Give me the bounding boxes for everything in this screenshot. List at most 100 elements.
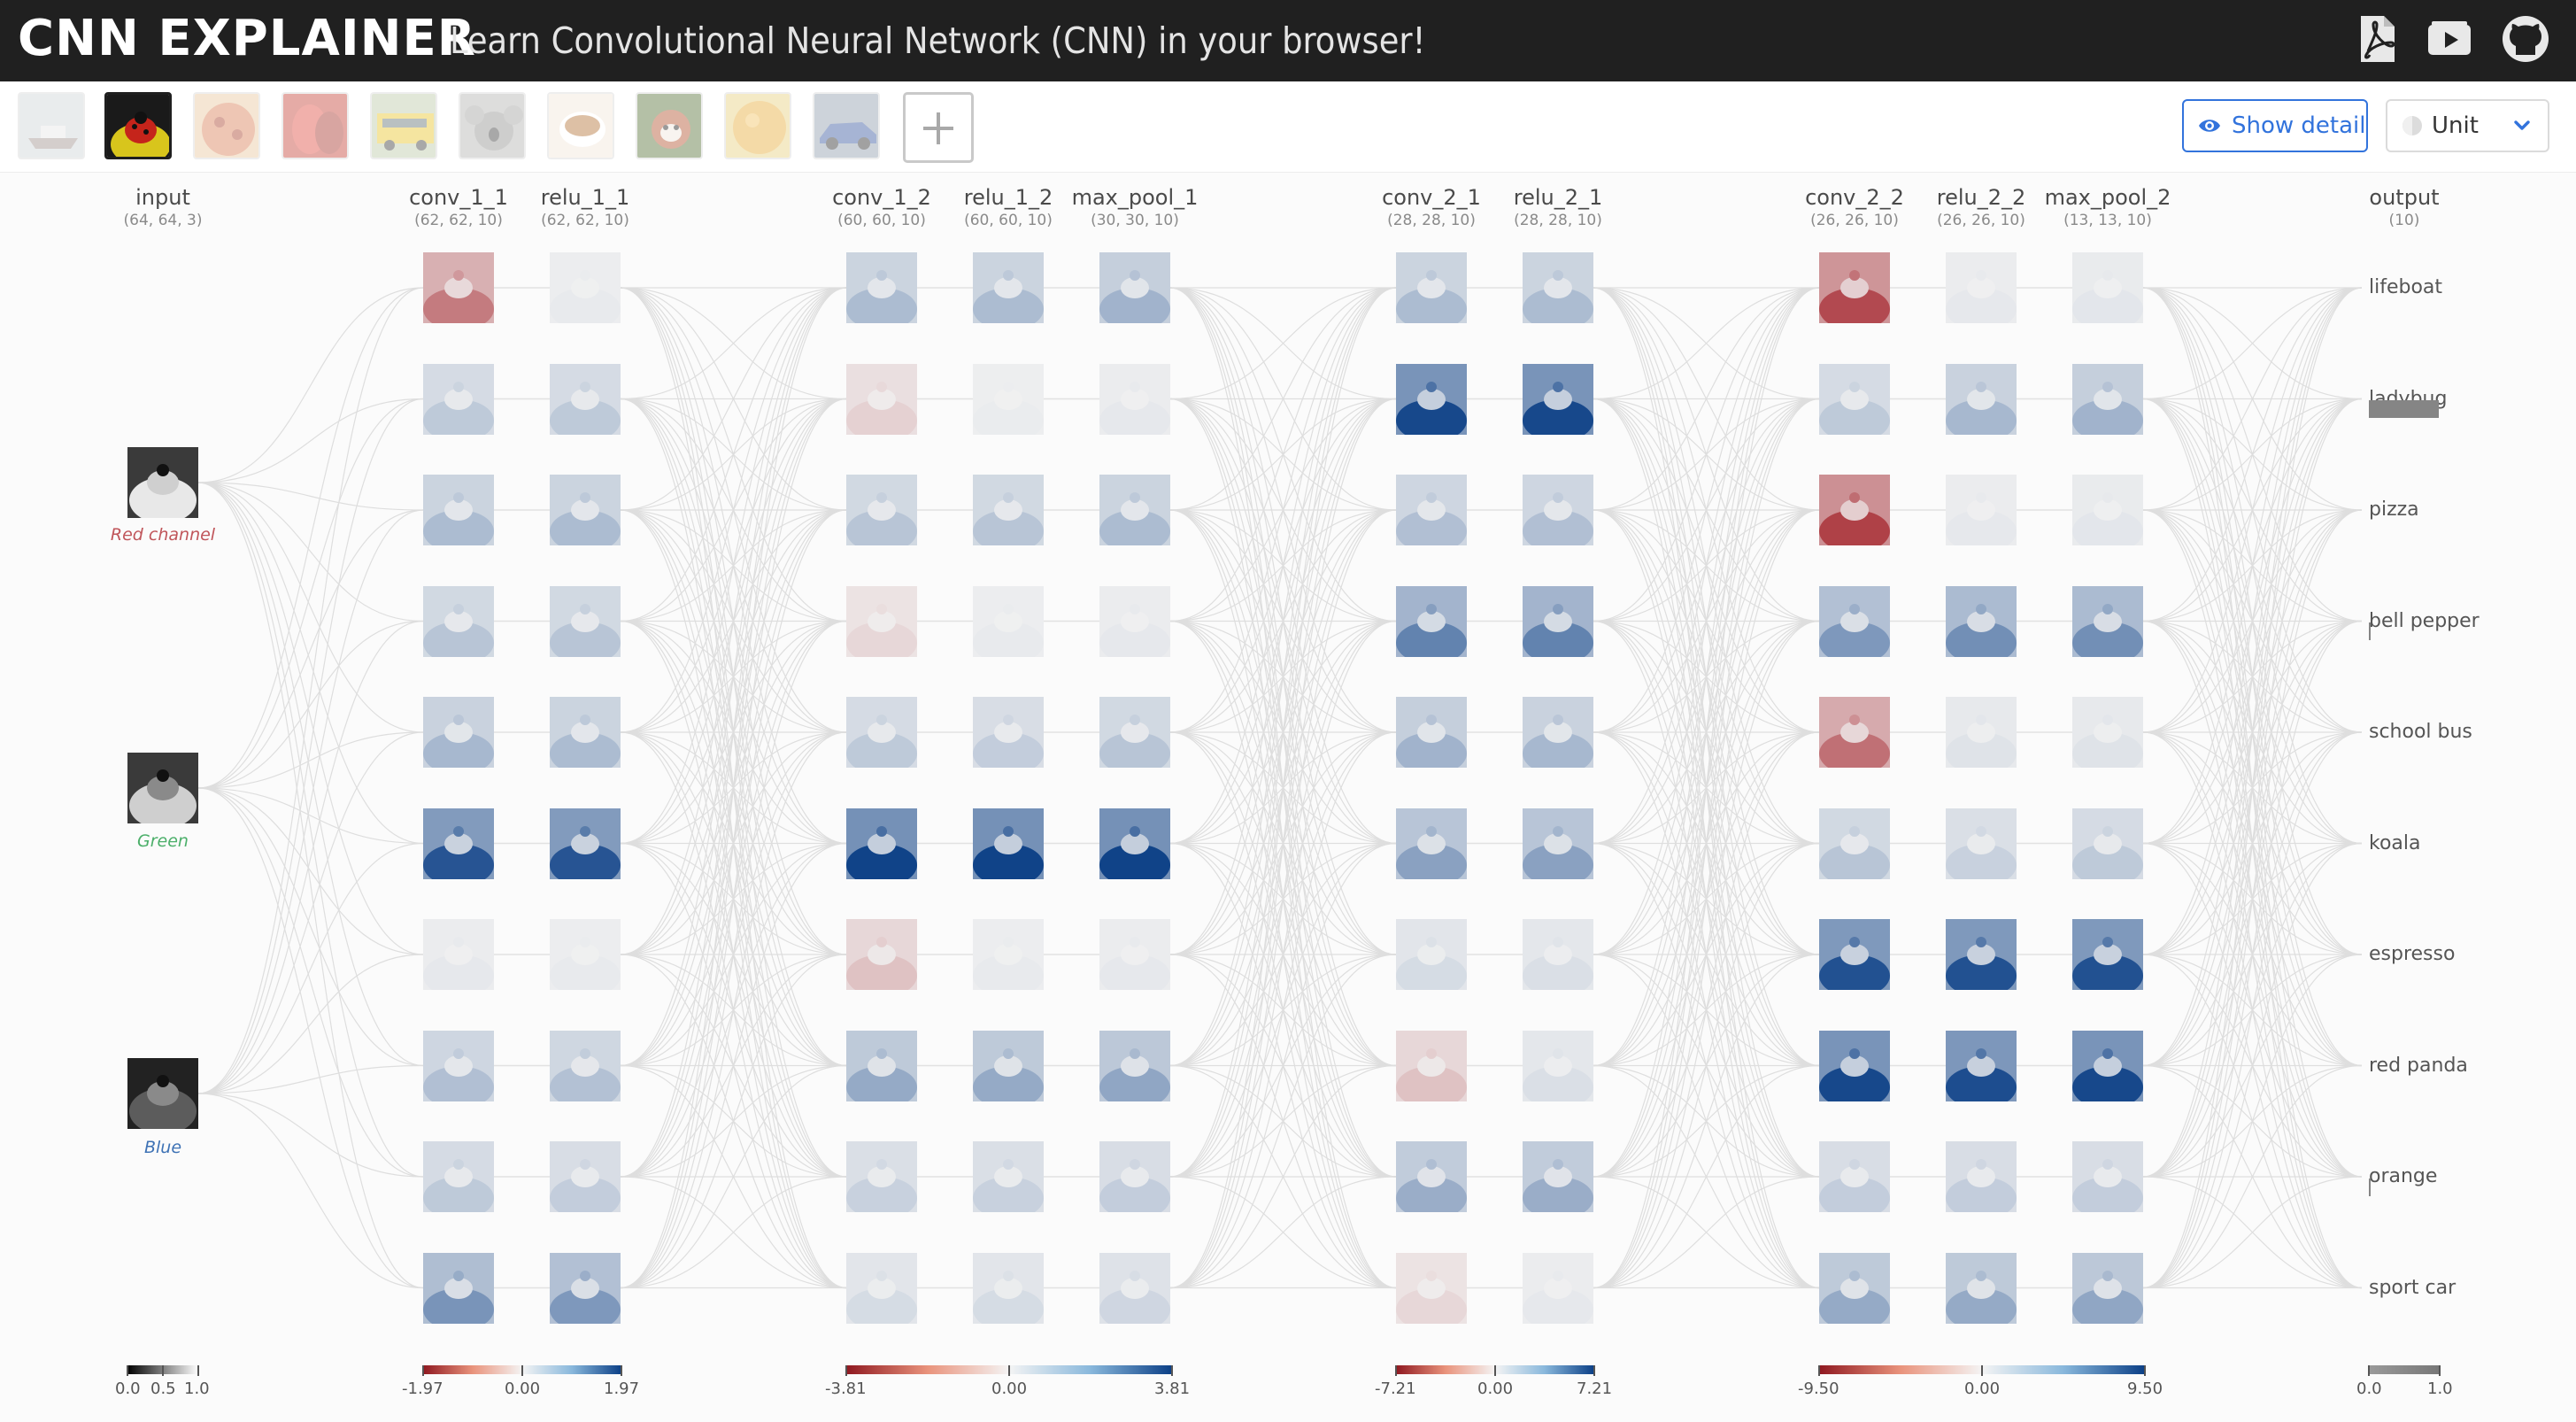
feature-map-max-pool-1-1[interactable] <box>1099 363 1170 435</box>
feature-map-max-pool-2-2[interactable] <box>2072 475 2143 545</box>
feature-map-relu-2-2-6[interactable] <box>1946 919 2017 990</box>
feature-map-conv-1-1-6[interactable] <box>423 919 494 990</box>
feature-map-conv-2-1-8[interactable] <box>1396 1141 1467 1212</box>
feature-map-conv-1-2-6[interactable] <box>846 919 917 990</box>
feature-map-relu-2-1-0[interactable] <box>1523 252 1593 323</box>
feature-map-conv-2-1-3[interactable] <box>1396 585 1467 657</box>
feature-map-max-pool-2-7[interactable] <box>2072 1030 2143 1101</box>
feature-map-relu-2-1-6[interactable] <box>1523 919 1593 990</box>
feature-map-max-pool-2-4[interactable] <box>2072 697 2143 768</box>
feature-map-relu-2-1-7[interactable] <box>1523 1030 1593 1101</box>
feature-map-relu-1-2-6[interactable] <box>973 919 1044 990</box>
output-class-koala[interactable]: koala <box>2369 831 2421 856</box>
feature-map-relu-1-1-9[interactable] <box>550 1252 621 1324</box>
feature-map-conv-2-1-7[interactable] <box>1396 1030 1467 1101</box>
feature-map-conv-2-2-2[interactable] <box>1819 475 1890 545</box>
feature-map-relu-2-1-4[interactable] <box>1523 697 1593 768</box>
feature-map-conv-1-2-4[interactable] <box>846 697 917 768</box>
feature-map-relu-2-1-3[interactable] <box>1523 585 1593 657</box>
feature-map-relu-1-2-7[interactable] <box>973 1030 1044 1101</box>
feature-map-conv-2-2-4[interactable] <box>1819 697 1890 768</box>
output-class-lifeboat[interactable]: lifeboat <box>2369 275 2442 300</box>
feature-map-relu-1-1-8[interactable] <box>550 1141 621 1212</box>
feature-map-max-pool-1-9[interactable] <box>1099 1252 1170 1324</box>
layer-name-relu-1-1[interactable]: relu_1_1 <box>488 184 683 211</box>
output-class-school-bus[interactable]: school bus <box>2369 720 2472 745</box>
feature-map-conv-1-2-8[interactable] <box>846 1141 917 1212</box>
feature-map-conv-1-1-8[interactable] <box>423 1141 494 1212</box>
feature-map-relu-1-2-8[interactable] <box>973 1141 1044 1212</box>
input-blue-channel[interactable] <box>127 1058 198 1129</box>
feature-map-relu-1-1-4[interactable] <box>550 697 621 768</box>
feature-map-max-pool-2-5[interactable] <box>2072 808 2143 879</box>
feature-map-conv-2-1-6[interactable] <box>1396 919 1467 990</box>
feature-map-conv-1-2-3[interactable] <box>846 585 917 657</box>
feature-map-conv-2-2-0[interactable] <box>1819 252 1890 323</box>
output-class-espresso[interactable]: espresso <box>2369 942 2455 967</box>
feature-map-max-pool-1-4[interactable] <box>1099 697 1170 768</box>
feature-map-conv-1-1-2[interactable] <box>423 475 494 545</box>
feature-map-conv-1-2-2[interactable] <box>846 475 917 545</box>
input-red-channel[interactable] <box>127 447 198 518</box>
feature-map-relu-1-1-7[interactable] <box>550 1030 621 1101</box>
feature-map-conv-1-1-7[interactable] <box>423 1030 494 1101</box>
feature-map-max-pool-2-3[interactable] <box>2072 585 2143 657</box>
feature-map-conv-2-2-8[interactable] <box>1819 1141 1890 1212</box>
feature-map-relu-1-1-6[interactable] <box>550 919 621 990</box>
feature-map-max-pool-2-9[interactable] <box>2072 1252 2143 1324</box>
feature-map-relu-2-2-9[interactable] <box>1946 1252 2017 1324</box>
feature-map-max-pool-1-0[interactable] <box>1099 252 1170 323</box>
feature-map-relu-2-2-2[interactable] <box>1946 475 2017 545</box>
feature-map-conv-2-2-1[interactable] <box>1819 363 1890 435</box>
feature-map-relu-2-2-3[interactable] <box>1946 585 2017 657</box>
feature-map-relu-2-1-5[interactable] <box>1523 808 1593 879</box>
feature-map-max-pool-2-8[interactable] <box>2072 1141 2143 1212</box>
feature-map-conv-2-1-0[interactable] <box>1396 252 1467 323</box>
feature-map-conv-2-1-9[interactable] <box>1396 1252 1467 1324</box>
feature-map-relu-1-1-0[interactable] <box>550 252 621 323</box>
feature-map-conv-1-2-5[interactable] <box>846 808 917 879</box>
feature-map-conv-2-2-9[interactable] <box>1819 1252 1890 1324</box>
feature-map-conv-1-1-4[interactable] <box>423 697 494 768</box>
feature-map-max-pool-1-6[interactable] <box>1099 919 1170 990</box>
feature-map-relu-1-2-3[interactable] <box>973 585 1044 657</box>
feature-map-max-pool-2-1[interactable] <box>2072 363 2143 435</box>
feature-map-conv-1-1-0[interactable] <box>423 252 494 323</box>
feature-map-relu-2-2-0[interactable] <box>1946 252 2017 323</box>
layer-name-max-pool-2[interactable]: max_pool_2 <box>2010 184 2205 211</box>
feature-map-conv-1-1-5[interactable] <box>423 808 494 879</box>
feature-map-relu-2-1-2[interactable] <box>1523 475 1593 545</box>
feature-map-conv-2-1-2[interactable] <box>1396 475 1467 545</box>
feature-map-conv-2-2-6[interactable] <box>1819 919 1890 990</box>
feature-map-relu-2-2-8[interactable] <box>1946 1141 2017 1212</box>
feature-map-max-pool-2-6[interactable] <box>2072 919 2143 990</box>
layer-name-relu-2-1[interactable]: relu_2_1 <box>1461 184 1655 211</box>
feature-map-conv-2-2-5[interactable] <box>1819 808 1890 879</box>
feature-map-relu-1-2-4[interactable] <box>973 697 1044 768</box>
feature-map-conv-2-1-4[interactable] <box>1396 697 1467 768</box>
feature-map-max-pool-2-0[interactable] <box>2072 252 2143 323</box>
output-class-pizza[interactable]: pizza <box>2369 498 2419 522</box>
feature-map-conv-1-1-1[interactable] <box>423 363 494 435</box>
feature-map-max-pool-1-8[interactable] <box>1099 1141 1170 1212</box>
feature-map-conv-2-1-5[interactable] <box>1396 808 1467 879</box>
feature-map-relu-1-1-3[interactable] <box>550 585 621 657</box>
feature-map-relu-1-2-2[interactable] <box>973 475 1044 545</box>
feature-map-relu-1-1-2[interactable] <box>550 475 621 545</box>
output-class-sport-car[interactable]: sport car <box>2369 1276 2456 1301</box>
feature-map-relu-1-2-0[interactable] <box>973 252 1044 323</box>
feature-map-conv-1-1-3[interactable] <box>423 585 494 657</box>
feature-map-max-pool-1-7[interactable] <box>1099 1030 1170 1101</box>
feature-map-max-pool-1-5[interactable] <box>1099 808 1170 879</box>
feature-map-relu-2-2-1[interactable] <box>1946 363 2017 435</box>
feature-map-relu-1-2-1[interactable] <box>973 363 1044 435</box>
feature-map-relu-2-1-8[interactable] <box>1523 1141 1593 1212</box>
feature-map-max-pool-1-3[interactable] <box>1099 585 1170 657</box>
feature-map-relu-2-1-1[interactable] <box>1523 363 1593 435</box>
feature-map-relu-1-1-5[interactable] <box>550 808 621 879</box>
feature-map-conv-2-2-3[interactable] <box>1819 585 1890 657</box>
feature-map-relu-2-1-9[interactable] <box>1523 1252 1593 1324</box>
feature-map-relu-1-2-5[interactable] <box>973 808 1044 879</box>
feature-map-conv-2-2-7[interactable] <box>1819 1030 1890 1101</box>
output-class-orange[interactable]: orange <box>2369 1164 2437 1189</box>
